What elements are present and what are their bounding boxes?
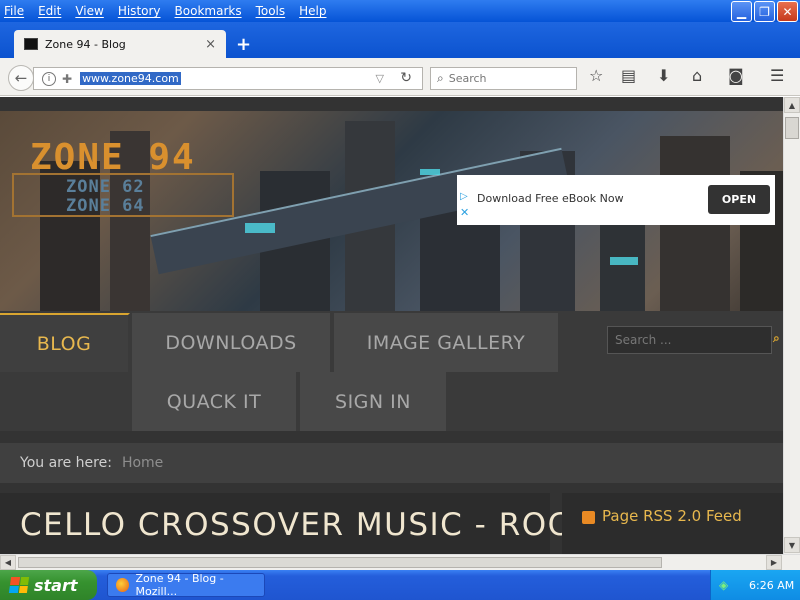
system-tray: ◈ 6:26 AM bbox=[710, 570, 800, 600]
pocket-icon[interactable]: ◙ bbox=[728, 66, 744, 85]
logo-frame: ZONE 62 ZONE 64 bbox=[12, 173, 234, 217]
nav-sign-in[interactable]: SIGN IN bbox=[300, 372, 448, 431]
site-nav: BLOG DOWNLOADS IMAGE GALLERY QUACK IT SI… bbox=[0, 311, 783, 431]
vertical-scrollbar[interactable]: ▲ ▼ bbox=[783, 97, 800, 554]
nav-downloads[interactable]: DOWNLOADS bbox=[132, 313, 332, 372]
tab-close-icon[interactable]: × bbox=[205, 37, 216, 52]
horizontal-scroll-thumb[interactable] bbox=[18, 557, 662, 568]
menu-file[interactable]: File bbox=[4, 4, 24, 18]
breadcrumb-label: You are here: bbox=[20, 455, 112, 471]
page-viewport: ZONE 94 ZONE 62 ZONE 64 ▷ ✕ Download Fre… bbox=[0, 97, 783, 554]
window-controls: ▁ ❐ ✕ bbox=[731, 1, 798, 22]
search-icon: ⌕ bbox=[437, 71, 444, 85]
breadcrumb: You are here: Home bbox=[0, 443, 783, 483]
ad-open-button[interactable]: OPEN bbox=[708, 185, 770, 214]
breadcrumb-home-link[interactable]: Home bbox=[122, 455, 163, 471]
start-label: start bbox=[34, 575, 78, 595]
vertical-scroll-thumb[interactable] bbox=[785, 117, 799, 139]
url-text[interactable]: www.zone94.com bbox=[80, 72, 181, 85]
logo-sub-text-1: ZONE 62 bbox=[66, 177, 145, 197]
taskbar-firefox-item[interactable]: Zone 94 - Blog - Mozill... bbox=[107, 572, 265, 598]
ad-text[interactable]: Download Free eBook Now bbox=[477, 192, 624, 205]
scroll-up-arrow-icon[interactable]: ▲ bbox=[784, 97, 800, 113]
start-button[interactable]: start bbox=[0, 570, 97, 600]
puzzle-icon[interactable]: ✚ bbox=[62, 72, 72, 86]
firefox-icon bbox=[116, 578, 130, 592]
download-icon[interactable]: ⬇ bbox=[657, 66, 670, 85]
sidebar-panel: Page RSS 2.0 Feed bbox=[562, 493, 783, 554]
back-arrow-icon[interactable]: ← bbox=[8, 65, 34, 91]
menu-help[interactable]: Help bbox=[299, 4, 326, 18]
minimize-icon[interactable]: ▁ bbox=[731, 1, 752, 22]
search-placeholder: Search bbox=[448, 72, 487, 85]
address-bar[interactable]: i ✚ www.zone94.com ▽ ↻ bbox=[33, 67, 423, 90]
nav-image-gallery[interactable]: IMAGE GALLERY bbox=[334, 313, 560, 372]
horizontal-scrollbar[interactable]: ◀ ▶ bbox=[0, 554, 800, 570]
nav-blog[interactable]: BLOG bbox=[0, 313, 130, 372]
menu-tools[interactable]: Tools bbox=[256, 4, 286, 18]
menu-bookmarks[interactable]: Bookmarks bbox=[175, 4, 242, 18]
new-tab-button[interactable]: + bbox=[236, 34, 251, 55]
site-search-placeholder: Search ... bbox=[615, 333, 672, 347]
navigation-toolbar: ← i ✚ www.zone94.com ▽ ↻ ⌕ Search ☆ ▤ ⬇ … bbox=[0, 58, 800, 96]
nav-quack-it[interactable]: QUACK IT bbox=[132, 372, 298, 431]
home-icon[interactable]: ⌂ bbox=[692, 66, 702, 85]
ad-choices-icon[interactable]: ▷ bbox=[460, 191, 468, 202]
article-panel: CELLO CROSSOVER MUSIC - ROCK AND bbox=[0, 493, 675, 554]
advertisement-banner[interactable]: ▷ ✕ Download Free eBook Now OPEN bbox=[457, 175, 775, 225]
menu-history[interactable]: History bbox=[118, 4, 161, 18]
url-dropdown-icon[interactable]: ▽ bbox=[376, 72, 384, 85]
taskbar-item-label: Zone 94 - Blog - Mozill... bbox=[135, 572, 224, 598]
tab-strip: Zone 94 - Blog × + bbox=[0, 22, 800, 58]
site-search-input[interactable]: Search ... bbox=[607, 326, 772, 354]
menu-view[interactable]: View bbox=[75, 4, 103, 18]
tab-zone94[interactable]: Zone 94 - Blog × bbox=[14, 30, 226, 58]
tab-title: Zone 94 - Blog bbox=[45, 37, 126, 51]
scroll-down-arrow-icon[interactable]: ▼ bbox=[784, 537, 800, 553]
hamburger-menu-icon[interactable]: ☰ bbox=[770, 66, 784, 85]
ad-close-icon[interactable]: ✕ bbox=[460, 206, 469, 219]
reading-list-icon[interactable]: ▤ bbox=[621, 66, 636, 85]
rss-icon bbox=[582, 511, 595, 524]
clock[interactable]: 6:26 AM bbox=[749, 579, 794, 592]
site-header-banner: ZONE 94 ZONE 62 ZONE 64 ▷ ✕ Download Fre… bbox=[0, 111, 783, 311]
menu-bar: File Edit View History Bookmarks Tools H… bbox=[0, 0, 800, 22]
info-icon[interactable]: i bbox=[42, 71, 56, 86]
scroll-right-arrow-icon[interactable]: ▶ bbox=[766, 555, 782, 570]
network-icon[interactable]: ◈ bbox=[719, 578, 733, 592]
logo-main-text: ZONE 94 bbox=[30, 137, 196, 178]
bookmark-star-icon[interactable]: ☆ bbox=[589, 66, 603, 85]
site-favicon-icon bbox=[24, 38, 38, 50]
site-search-icon[interactable]: ⌕ bbox=[773, 331, 780, 346]
logo-sub-text-2: ZONE 64 bbox=[66, 196, 145, 216]
menu-edit[interactable]: Edit bbox=[38, 4, 61, 18]
restore-icon[interactable]: ❐ bbox=[754, 1, 775, 22]
scroll-left-arrow-icon[interactable]: ◀ bbox=[0, 555, 16, 570]
site-logo[interactable]: ZONE 94 ZONE 62 ZONE 64 bbox=[12, 137, 234, 217]
taskbar: start Zone 94 - Blog - Mozill... ◈ 6:26 … bbox=[0, 570, 800, 600]
reload-icon[interactable]: ↻ bbox=[400, 70, 412, 86]
browser-search-input[interactable]: ⌕ Search bbox=[430, 67, 577, 90]
rss-feed-link[interactable]: Page RSS 2.0 Feed bbox=[602, 507, 742, 525]
windows-logo-icon bbox=[8, 577, 30, 593]
close-icon[interactable]: ✕ bbox=[777, 1, 798, 22]
